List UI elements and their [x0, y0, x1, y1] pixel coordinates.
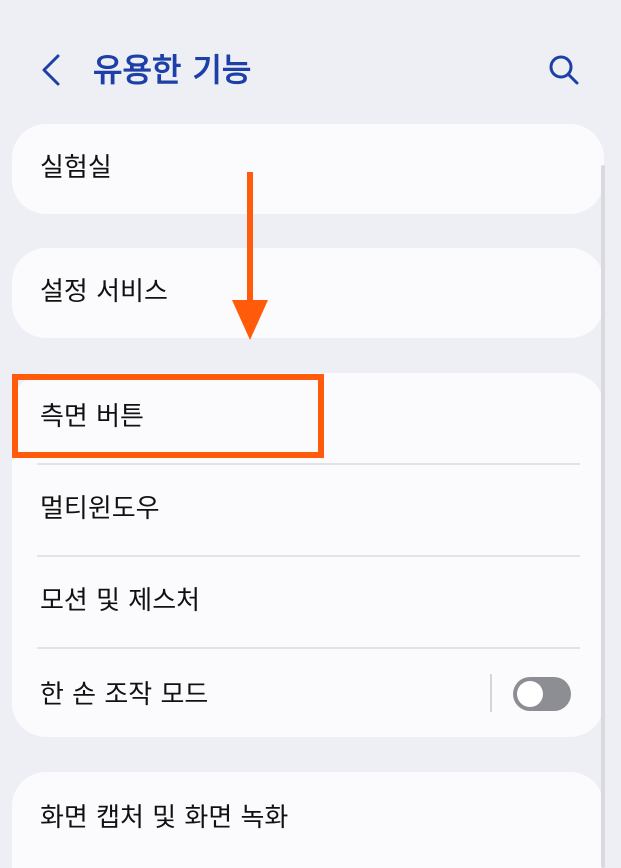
menu-item-label: 측면 버튼	[40, 402, 144, 432]
page-title: 유용한 기능	[93, 51, 252, 89]
labs-card: 실험실	[12, 124, 604, 214]
search-icon	[544, 50, 584, 90]
toggle-separator	[490, 674, 492, 712]
menu-item-label: 설정 서비스	[40, 277, 168, 307]
menu-item-motions-gestures[interactable]: 모션 및 제스처	[12, 557, 604, 647]
chevron-left-icon	[36, 52, 68, 88]
menu-item-settings-services[interactable]: 설정 서비스	[12, 248, 604, 338]
features-card: 측면 버튼 멀티윈도우 모션 및 제스처 한 손 조작 모드	[12, 373, 604, 737]
menu-item-label: 멀티윈도우	[40, 494, 160, 524]
menu-item-label: 모션 및 제스처	[40, 586, 201, 616]
scrollbar[interactable]	[601, 165, 605, 868]
menu-item-side-button[interactable]: 측면 버튼	[12, 373, 604, 463]
menu-item-multi-window[interactable]: 멀티윈도우	[12, 465, 604, 555]
menu-item-label: 화면 캡처 및 화면 녹화	[40, 803, 289, 833]
app-header: 유용한 기능	[0, 0, 621, 120]
menu-item-label: 실험실	[40, 153, 112, 183]
menu-item-label: 한 손 조작 모드	[40, 680, 209, 710]
screen-capture-card: 화면 캡처 및 화면 녹화	[12, 772, 604, 868]
menu-item-labs[interactable]: 실험실	[12, 124, 604, 214]
settings-services-card: 설정 서비스	[12, 248, 604, 338]
search-button[interactable]	[544, 50, 584, 90]
one-handed-mode-toggle[interactable]	[513, 677, 571, 711]
toggle-knob	[517, 681, 543, 707]
menu-item-screen-capture[interactable]: 화면 캡처 및 화면 녹화	[12, 772, 604, 868]
back-button[interactable]	[36, 52, 68, 88]
